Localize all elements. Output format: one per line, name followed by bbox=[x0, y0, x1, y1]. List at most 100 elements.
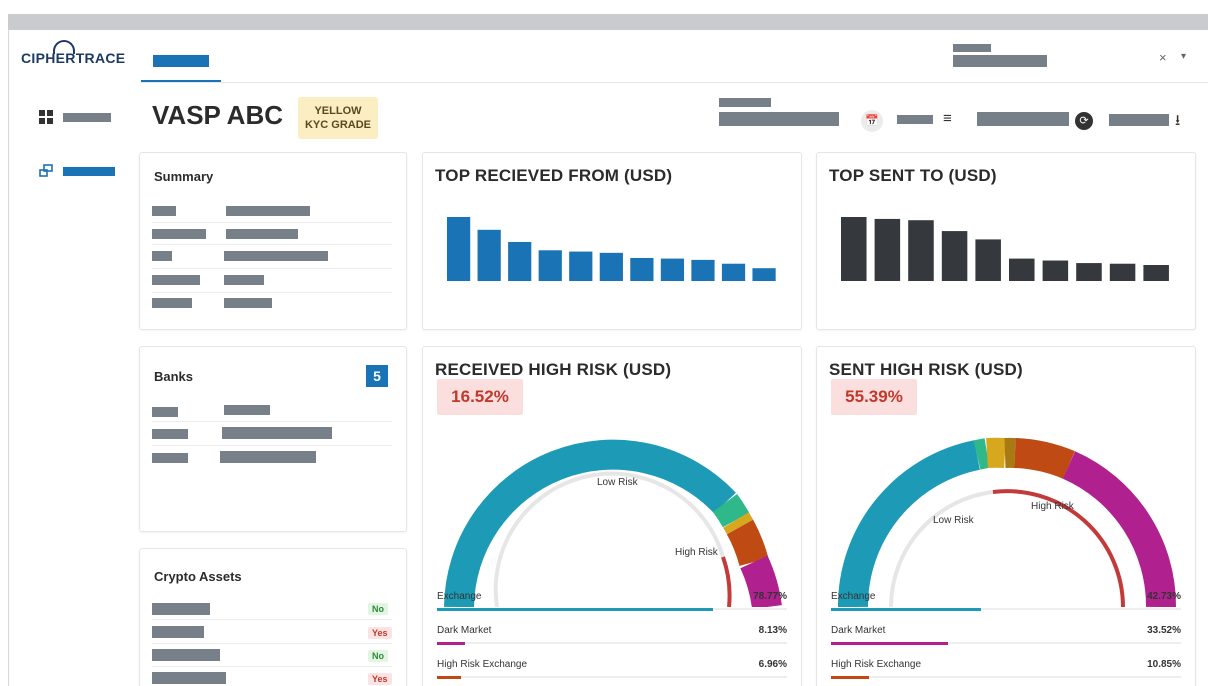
screen-top-band bbox=[0, 0, 1208, 14]
crypto-assets-card: Crypto Assets No Yes No Yes bbox=[139, 548, 407, 686]
close-icon[interactable]: × bbox=[1159, 50, 1167, 65]
bar-mark[interactable] bbox=[1143, 265, 1169, 281]
crypto-assets-title: Crypto Assets bbox=[154, 569, 242, 584]
summary-value-redacted bbox=[226, 229, 298, 239]
summary-card: Summary bbox=[139, 152, 407, 330]
row-divider bbox=[152, 421, 392, 422]
row-divider bbox=[152, 222, 392, 223]
export-label-redacted bbox=[1109, 114, 1169, 126]
filter-icon[interactable]: ≡ bbox=[943, 110, 952, 127]
asset-status-badge: No bbox=[368, 603, 388, 615]
risk-legend-row: Dark Market 33.52% bbox=[831, 625, 1181, 657]
summary-key-redacted bbox=[152, 229, 206, 239]
risk-bar-fill bbox=[831, 642, 949, 645]
risk-legend-row: Dark Market 8.13% bbox=[437, 625, 787, 657]
gauge-segment-high-risk-exchange bbox=[726, 519, 769, 567]
date-range-redacted[interactable] bbox=[719, 112, 839, 126]
asset-name-redacted bbox=[152, 626, 204, 638]
row-divider bbox=[152, 445, 392, 446]
risk-bar-track bbox=[831, 608, 1181, 611]
sidebar-label-redacted bbox=[63, 113, 111, 122]
risk-category-name: Exchange bbox=[437, 591, 482, 602]
sent-high-risk-card: SENT HIGH RISK (USD) 55.39% Low Risk Hig… bbox=[816, 346, 1196, 686]
kyc-grade-badge: YELLOW KYC GRADE bbox=[298, 97, 378, 139]
filter-label-redacted bbox=[897, 115, 933, 124]
calendar-icon[interactable]: 📅 bbox=[861, 110, 883, 132]
bar-mark[interactable] bbox=[1009, 258, 1035, 281]
sent-high-risk-title: SENT HIGH RISK (USD) bbox=[829, 360, 1023, 379]
app-window: CIPHERTRACE × ▾ VASP ABC YELLOW KYC GRAD… bbox=[8, 30, 1208, 686]
received-high-risk-title: RECEIVED HIGH RISK (USD) bbox=[435, 360, 672, 379]
app-logo[interactable]: CIPHERTRACE bbox=[21, 50, 125, 66]
low-risk-label: Low Risk bbox=[933, 515, 974, 526]
row-divider bbox=[152, 292, 392, 293]
gauge-segment-exchange bbox=[837, 440, 981, 607]
top-sent-card: TOP SENT TO (USD) bbox=[816, 152, 1196, 330]
bank-key-redacted bbox=[152, 407, 178, 417]
download-icon[interactable]: ⭳ bbox=[1175, 110, 1180, 135]
bar-mark[interactable] bbox=[630, 257, 654, 281]
windows-icon bbox=[39, 164, 53, 177]
gauge-segment-high-risk-exchange bbox=[1014, 438, 1075, 479]
bar-mark[interactable] bbox=[752, 268, 776, 281]
risk-bar-track bbox=[831, 676, 1181, 679]
kyc-grade-label: KYC GRADE bbox=[304, 119, 371, 131]
asset-status-badge: Yes bbox=[368, 627, 392, 639]
bar-mark[interactable] bbox=[721, 263, 746, 281]
risk-category-percent: 78.77% bbox=[753, 591, 787, 602]
bar-mark[interactable] bbox=[569, 251, 593, 281]
bar-mark[interactable] bbox=[447, 217, 471, 281]
bar-mark[interactable] bbox=[1042, 260, 1069, 281]
summary-value-redacted bbox=[224, 298, 272, 308]
user-org-redacted bbox=[953, 55, 1047, 67]
risk-bar-track bbox=[831, 642, 1181, 645]
chevron-down-icon[interactable]: ▾ bbox=[1181, 51, 1186, 62]
summary-key-redacted bbox=[152, 298, 192, 308]
risk-bar-fill bbox=[437, 676, 462, 679]
bar-mark[interactable] bbox=[508, 241, 532, 281]
bar-mark[interactable] bbox=[841, 217, 867, 281]
bar-mark[interactable] bbox=[538, 250, 562, 281]
top-received-card: TOP RECIEVED FROM (USD) bbox=[422, 152, 802, 330]
tab-label-redacted bbox=[153, 55, 209, 67]
tab-active[interactable] bbox=[141, 48, 221, 82]
risk-bar-track bbox=[437, 642, 787, 645]
bank-key-redacted bbox=[152, 453, 188, 463]
risk-legend-row: High Risk Exchange 6.96% bbox=[437, 659, 787, 686]
bar-mark[interactable] bbox=[908, 220, 934, 281]
low-risk-label: Low Risk bbox=[597, 477, 638, 488]
asset-name-redacted bbox=[152, 672, 226, 684]
risk-bar-track bbox=[437, 608, 787, 611]
row-divider bbox=[152, 268, 392, 269]
header-divider bbox=[141, 82, 1208, 83]
summary-key-redacted bbox=[152, 251, 172, 261]
bar-mark[interactable] bbox=[1109, 263, 1136, 281]
risk-bar-track bbox=[437, 676, 787, 679]
refresh-icon[interactable]: ⟳ bbox=[1075, 112, 1093, 130]
gauge-segment-other bbox=[712, 494, 750, 528]
date-label-redacted bbox=[719, 98, 771, 107]
filter-value-redacted[interactable] bbox=[977, 112, 1069, 126]
banks-title: Banks bbox=[154, 369, 194, 384]
top-received-title: TOP RECIEVED FROM (USD) bbox=[435, 166, 673, 185]
banks-count-badge: 5 bbox=[366, 365, 388, 387]
bar-mark[interactable] bbox=[874, 218, 901, 281]
summary-value-redacted bbox=[224, 251, 328, 261]
bar-mark[interactable] bbox=[975, 239, 1001, 281]
bar-mark[interactable] bbox=[1076, 263, 1102, 281]
asset-name-redacted bbox=[152, 603, 210, 615]
bar-mark[interactable] bbox=[599, 252, 623, 281]
risk-category-name: Dark Market bbox=[831, 625, 886, 636]
summary-key-redacted bbox=[152, 275, 200, 285]
row-divider bbox=[152, 619, 392, 620]
risk-category-percent: 42.73% bbox=[1147, 591, 1181, 602]
bar-mark[interactable] bbox=[691, 259, 715, 281]
bar-mark[interactable] bbox=[477, 229, 501, 281]
summary-value-redacted bbox=[226, 206, 310, 216]
received-high-risk-card: RECEIVED HIGH RISK (USD) 16.52% Low Risk… bbox=[422, 346, 802, 686]
bar-mark[interactable] bbox=[660, 258, 685, 281]
gauge-segment-exchange bbox=[444, 439, 736, 607]
user-name-redacted bbox=[953, 44, 991, 52]
risk-category-name: High Risk Exchange bbox=[437, 659, 528, 670]
bar-mark[interactable] bbox=[941, 231, 968, 281]
